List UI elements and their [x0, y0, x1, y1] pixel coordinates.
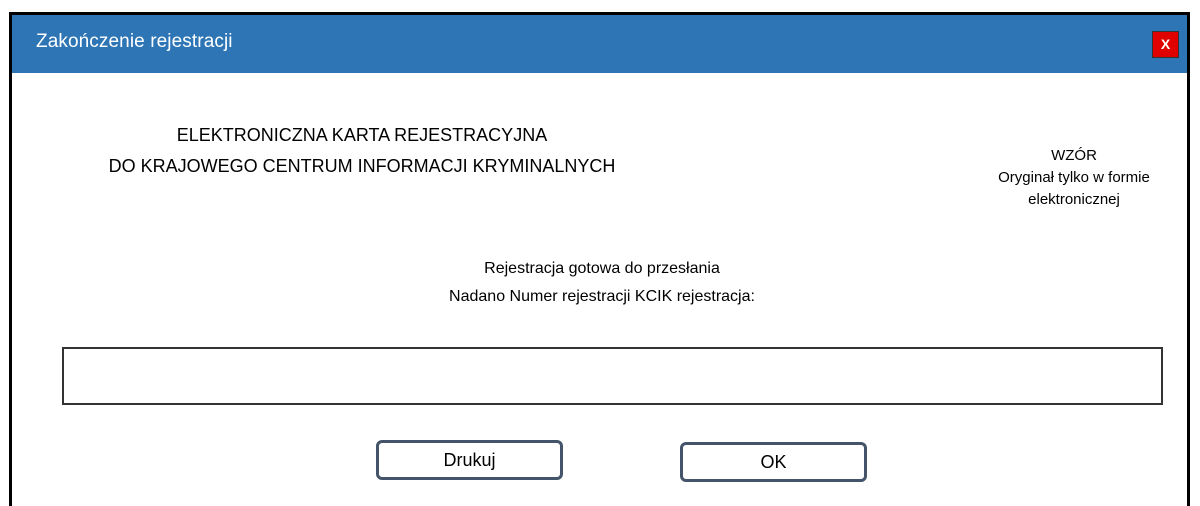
status-line2: Nadano Numer rejestracji KCIK rejestracj… — [449, 288, 755, 305]
card-title-line2: DO KRAJOWEGO CENTRUM INFORMACJI KRYMINAL… — [108, 156, 616, 176]
dialog-titlebar: Zakończenie rejestracji X — [12, 15, 1187, 73]
watermark-note: WZÓR Oryginał tylko w formie elektronicz… — [962, 145, 1186, 211]
card-title-line1: ELEKTRONICZNA KARTA REJESTRACYJNA — [176, 125, 548, 145]
status-line1: Rejestracja gotowa do przesłania — [484, 260, 720, 277]
registration-number-field[interactable] — [62, 347, 1163, 405]
ok-button[interactable]: OK — [680, 442, 867, 482]
print-button[interactable]: Drukuj — [376, 440, 563, 480]
watermark-line2: Oryginał tylko w formie — [998, 169, 1150, 186]
card-title: ELEKTRONICZNA KARTA REJESTRACYJNA DO KRA… — [52, 120, 672, 182]
dialog-title: Zakończenie rejestracji — [36, 31, 233, 52]
watermark-line3: elektronicznej — [1028, 191, 1120, 208]
registration-complete-dialog: Zakończenie rejestracji X ELEKTRONICZNA … — [9, 12, 1190, 506]
watermark-line1: WZÓR — [1051, 147, 1097, 164]
status-message: Rejestracja gotowa do przesłania Nadano … — [352, 255, 852, 311]
close-button[interactable]: X — [1152, 31, 1179, 58]
